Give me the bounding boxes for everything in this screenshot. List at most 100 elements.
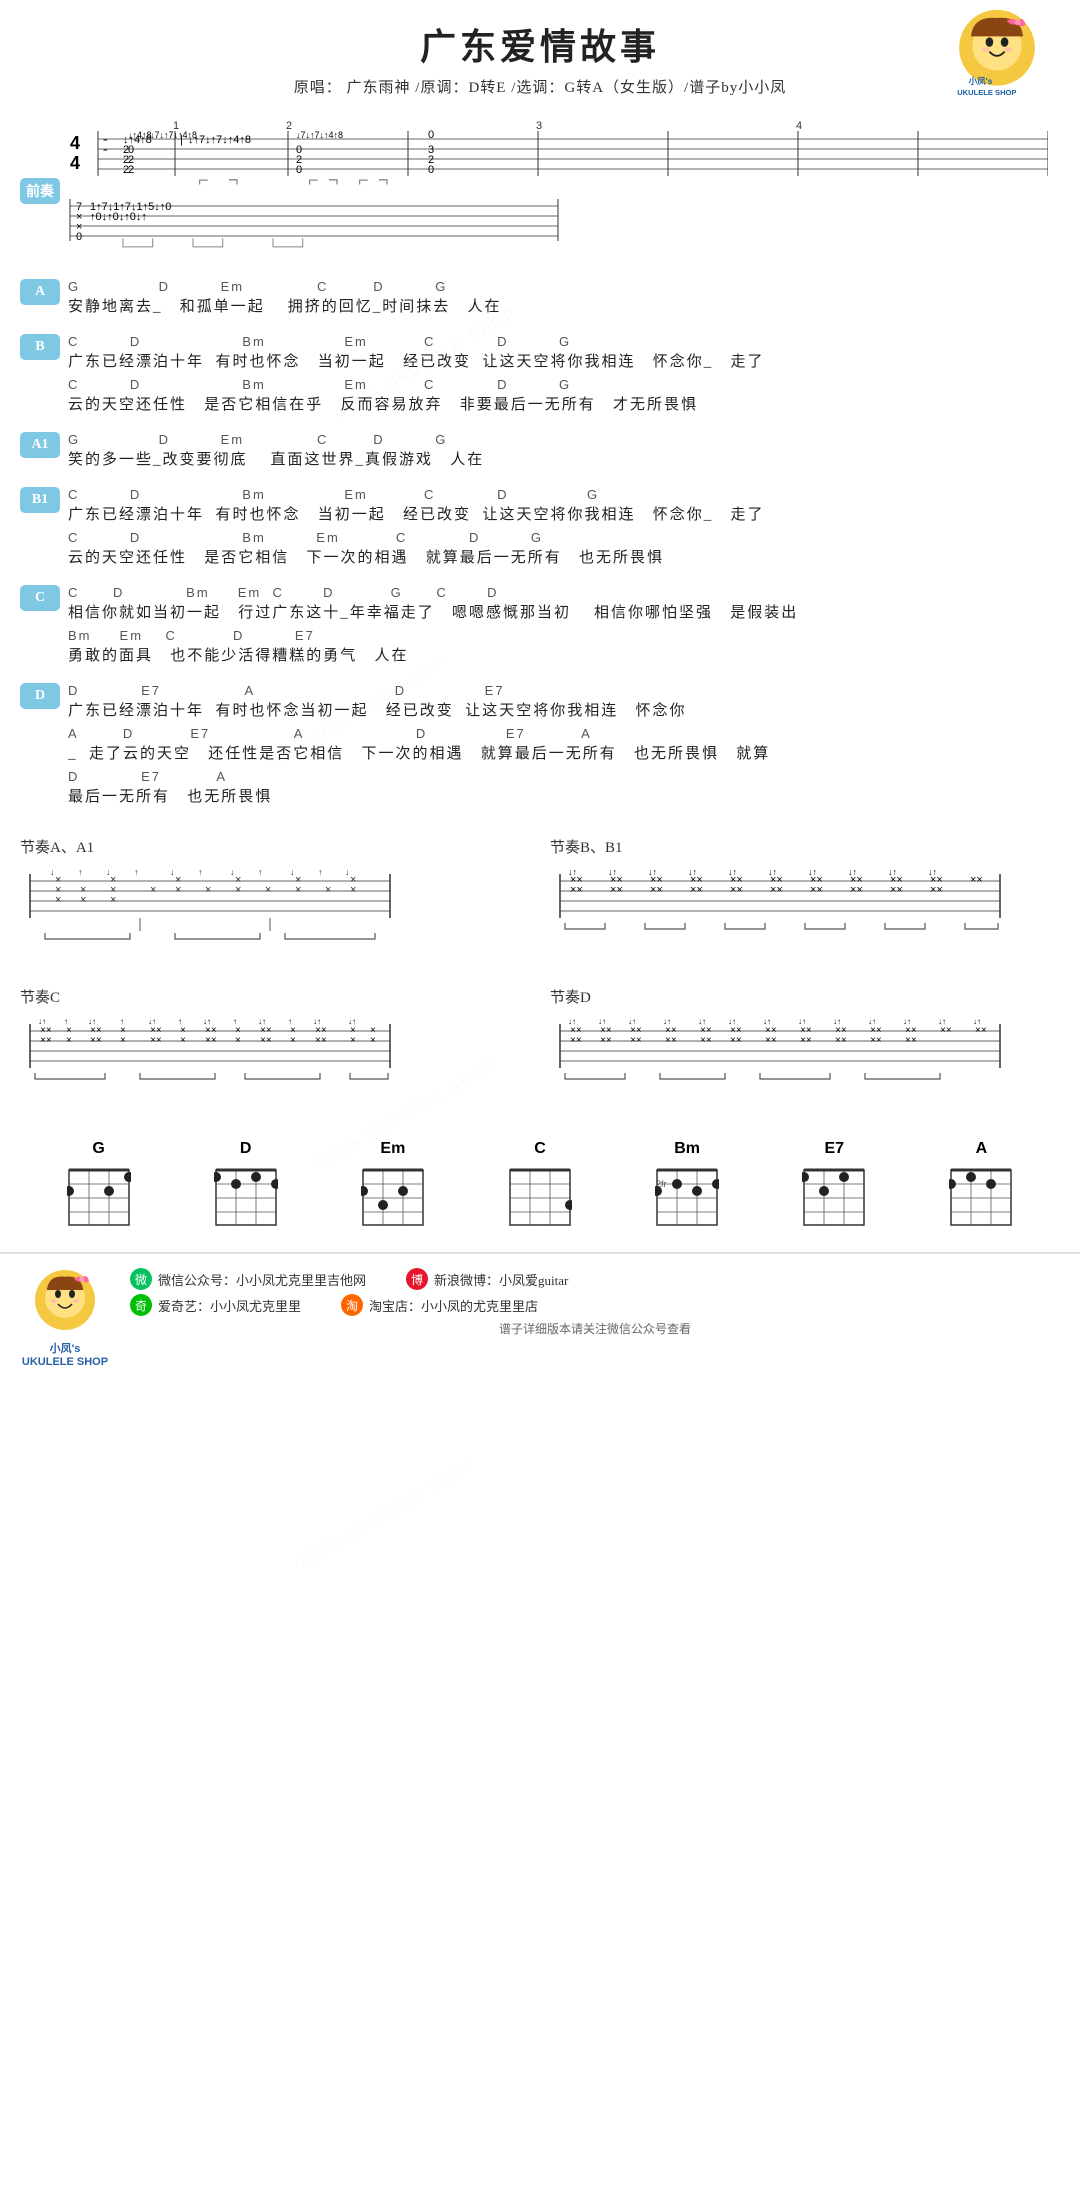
rhythm-C-label: 节奏C xyxy=(20,986,530,1007)
section-D-content: D E7 A D E7 广东已经漂泊十年 有时也怀念当初一起 经已改变 让这天空… xyxy=(68,683,1060,812)
svg-text:↓↑: ↓↑ xyxy=(688,867,697,877)
svg-text:↓↑: ↓↑ xyxy=(258,1017,266,1026)
svg-text:×: × xyxy=(205,884,211,896)
section-C: C C D Bm Em C D G C D 相信你就如当初一起 行过广东这十_年… xyxy=(0,577,1080,675)
svg-text:××: ×× xyxy=(730,1035,742,1046)
svg-text:↓↑: ↓↑ xyxy=(868,1017,876,1026)
section-D-lyrics-2: _ 走了云的天空 还任性是否它相信 下一次的相遇 就算最后一无所有 也无所畏惧 … xyxy=(68,742,1060,763)
footer-logo-text: 小凤'sUKULELE SHOP xyxy=(22,1340,108,1368)
svg-text:↓7↓↑7↓↑4↑8: ↓7↓↑7↓↑4↑8 xyxy=(296,130,343,140)
section-B1-lyrics-1: 广东已经漂泊十年 有时也怀念 当初一起 经已改变 让这天空将你我相连 怀念你_ … xyxy=(68,503,1060,524)
footer-row-1: 微 微信公众号：小小凤尤克里里吉他网 博 新浪微博：小凤爱guitar xyxy=(130,1268,1060,1290)
chord-Em-name: Em xyxy=(380,1140,405,1158)
svg-text:××: ×× xyxy=(810,884,823,896)
svg-text:↓↑: ↓↑ xyxy=(628,1017,636,1026)
svg-text:-: - xyxy=(103,144,107,156)
svg-text:××: ×× xyxy=(610,884,623,896)
svg-text:↑: ↑ xyxy=(258,867,263,877)
svg-text:↓: ↓ xyxy=(345,867,350,877)
section-D-chords-2: A D E7 A D E7 A xyxy=(68,726,1060,741)
svg-text:××: ×× xyxy=(905,1035,917,1046)
section-C-label: C xyxy=(20,585,60,611)
footer-taobao-label: 淘宝店：小小凤的尤克里里店 xyxy=(369,1296,538,1315)
section-C-lyrics-1: 相信你就如当初一起 行过广东这十_年幸福走了 嗯嗯感慨那当初 相信你哪怕坚强 是… xyxy=(68,601,1060,622)
svg-text:↓↑: ↓↑ xyxy=(888,867,897,877)
svg-text:××: ×× xyxy=(940,1025,952,1036)
section-A-chords: G D Em C D G xyxy=(68,279,1060,294)
svg-text:××: ×× xyxy=(870,1035,882,1046)
section-B1-chords-1: C D Bm Em C D G xyxy=(68,487,1060,502)
svg-text:↓↑: ↓↑ xyxy=(728,867,737,877)
section-D-lyrics-3: 最后一无所有 也无所畏惧 xyxy=(68,785,1060,806)
watermark-4: 小凤's UKULELE SHOP xyxy=(288,1449,481,1574)
svg-text:↓↑: ↓↑ xyxy=(903,1017,911,1026)
iqiyi-icon: 奇 xyxy=(130,1294,152,1316)
svg-text:⌐: ⌐ xyxy=(358,170,369,190)
rhythm-section: 节奏A、A1 × × × × × × × × × × × × × × × × xyxy=(0,826,1080,976)
svg-text:×: × xyxy=(66,1035,72,1046)
svg-text:↓↑: ↓↑ xyxy=(648,867,657,877)
section-C-chords-1: C D Bm Em C D G C D xyxy=(68,585,1060,600)
section-B1-chords-2: C D Bm Em C D G xyxy=(68,530,1060,545)
svg-text:4: 4 xyxy=(70,133,80,153)
svg-text:↓↑: ↓↑ xyxy=(833,1017,841,1026)
svg-text:↓↑: ↓↑ xyxy=(808,867,817,877)
footer-taobao: 淘 淘宝店：小小凤的尤克里里店 xyxy=(341,1294,538,1316)
svg-text:↓↑: ↓↑ xyxy=(768,867,777,877)
section-B1-lyrics-2: 云的天空还任性 是否它相信 下一次的相遇 就算最后一无所有 也无所畏惧 xyxy=(68,546,1060,567)
rhythm-B-B1-label: 节奏B、B1 xyxy=(550,836,1060,857)
svg-text:↓↑: ↓↑ xyxy=(598,1017,606,1026)
svg-text:××: ×× xyxy=(205,1035,217,1046)
shop-logo: 小凤's UKULELE SHOP xyxy=(932,8,1062,98)
svg-text:××: ×× xyxy=(765,1035,777,1046)
section-B: B C D Bm Em C D G 广东已经漂泊十年 有时也怀念 当初一起 经已… xyxy=(0,326,1080,424)
svg-text:××: ×× xyxy=(570,884,583,896)
svg-text:××: ×× xyxy=(800,1035,812,1046)
svg-text:¬: ¬ xyxy=(328,170,339,190)
svg-text:××: ×× xyxy=(150,1035,162,1046)
footer-iqiyi-label: 爱奇艺：小小凤尤克里里 xyxy=(158,1296,301,1315)
chord-Bm-diagram: Bm 2fr xyxy=(655,1140,719,1232)
section-B1-label: B1 xyxy=(20,487,60,513)
section-C-chords-2: Bm Em C D E7 xyxy=(68,628,1060,643)
footer-content: 小凤'sUKULELE SHOP 微 微信公众号：小小凤尤克里里吉他网 博 新浪… xyxy=(20,1268,1060,1368)
svg-text:×: × xyxy=(350,884,356,896)
chord-D-diagram: D xyxy=(214,1140,278,1232)
section-B-chords-1: C D Bm Em C D G xyxy=(68,334,1060,349)
header: 小凤's UKULELE SHOP 广东爱情故事 原唱： 广东雨神 /原调：D转… xyxy=(0,0,1080,111)
svg-text:↓↑: ↓↑ xyxy=(848,867,857,877)
svg-text:0: 0 xyxy=(296,164,302,176)
svg-text:↑: ↑ xyxy=(198,867,203,877)
svg-text:↑: ↑ xyxy=(64,1017,68,1026)
svg-text:××: ×× xyxy=(315,1035,327,1046)
svg-text:¬: ¬ xyxy=(378,170,389,190)
svg-text:×: × xyxy=(370,1035,376,1046)
footer-logo: 小凤'sUKULELE SHOP xyxy=(20,1268,110,1368)
svg-text:↓↑: ↓↑ xyxy=(568,1017,576,1026)
chord-C-diagram: C xyxy=(508,1140,572,1232)
footer-weibo-label: 新浪微博：小凤爱guitar xyxy=(434,1270,568,1289)
svg-text:×: × xyxy=(290,1035,296,1046)
svg-text:↓↑: ↓↑ xyxy=(973,1017,981,1026)
section-A1-chords: G D Em C D G xyxy=(68,432,1060,447)
svg-text:↓↑: ↓↑ xyxy=(798,1017,806,1026)
section-A: A G D Em C D G 安静地离去_ 和孤单一起 拥挤的回忆_时间抹去 人… xyxy=(0,271,1080,326)
svg-text:↓↑: ↓↑ xyxy=(38,1017,46,1026)
svg-text:↑: ↑ xyxy=(78,867,83,877)
svg-text:¬: ¬ xyxy=(228,170,239,190)
section-D-chords-3: D E7 A xyxy=(68,769,1060,784)
section-A1-label: A1 xyxy=(20,432,60,458)
footer-iqiyi: 奇 爱奇艺：小小凤尤克里里 xyxy=(130,1294,301,1316)
svg-text:××: ×× xyxy=(630,1035,642,1046)
svg-text:↓: ↓ xyxy=(290,867,295,877)
rhythm-D: 节奏D ×× ×× ×× ×× ×× ×× ×× ×× ×× ×× ×× ×× … xyxy=(550,986,1060,1116)
svg-text:××: ×× xyxy=(40,1035,52,1046)
section-B-chords-2: C D Bm Em C D G xyxy=(68,377,1060,392)
section-B-lyrics-2: 云的天空还任性 是否它相信在乎 反而容易放弃 非要最后一无所有 才无所畏惧 xyxy=(68,393,1060,414)
section-D-chords-1: D E7 A D E7 xyxy=(68,683,1060,698)
svg-text:××: ×× xyxy=(770,884,783,896)
svg-text:↑0↓↑0↓↑0↓↑: ↑0↓↑0↓↑0↓↑ xyxy=(90,211,147,223)
svg-text:××: ×× xyxy=(600,1035,612,1046)
svg-text:×: × xyxy=(235,1035,241,1046)
chord-Em-diagram: Em xyxy=(361,1140,425,1232)
